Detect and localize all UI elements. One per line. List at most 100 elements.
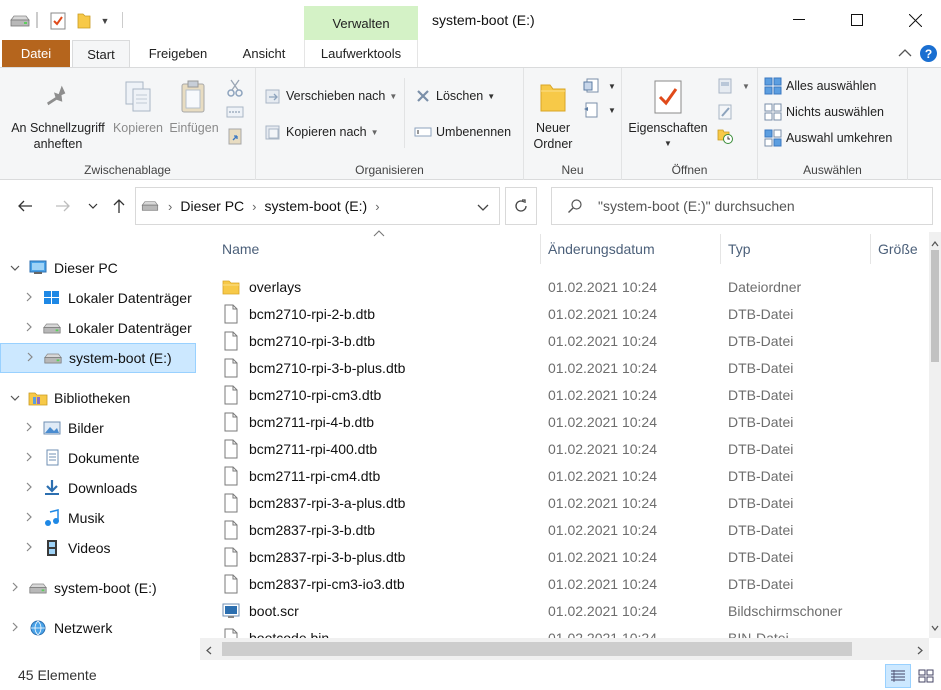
collapsed-chevron-icon[interactable]	[8, 582, 22, 595]
rename-button[interactable]: Umbenennen	[414, 122, 511, 142]
file-row[interactable]: overlays 01.02.2021 10:24 Dateiordner	[213, 273, 929, 300]
tab-view[interactable]: Ansicht	[232, 40, 296, 67]
up-button[interactable]	[108, 195, 130, 217]
nav-item[interactable]: Dokumente	[0, 443, 198, 473]
column-divider[interactable]	[540, 234, 541, 264]
breadcrumb-this-pc[interactable]: Dieser PC	[180, 198, 244, 214]
history-button[interactable]	[716, 126, 738, 146]
expanded-chevron-icon[interactable]	[8, 262, 22, 274]
scroll-up-icon[interactable]	[931, 236, 939, 250]
properties-qa-icon[interactable]	[48, 12, 68, 30]
file-row[interactable]: bcm2711-rpi-4-b.dtb 01.02.2021 10:24 DTB-D…	[213, 408, 929, 435]
open-button[interactable]: ▼	[716, 76, 750, 96]
collapsed-chevron-icon[interactable]	[22, 482, 36, 495]
tab-share[interactable]: Freigeben	[138, 40, 218, 67]
breadcrumb-separator-icon[interactable]: ›	[252, 199, 256, 214]
column-divider[interactable]	[720, 234, 721, 264]
scroll-down-icon[interactable]	[931, 620, 939, 634]
file-row[interactable]: bcm2710-rpi-cm3.dtb 01.02.2021 10:24 DTB-D…	[213, 381, 929, 408]
tab-home[interactable]: Start	[72, 40, 130, 67]
tab-drive-tools[interactable]: Laufwerktools	[304, 40, 418, 67]
copy-path-button[interactable]	[226, 102, 248, 122]
large-icons-view-button[interactable]	[913, 664, 939, 688]
horizontal-scrollbar[interactable]	[200, 638, 929, 660]
recent-locations-button[interactable]	[84, 195, 102, 217]
column-header-date[interactable]: Änderungsdatum	[548, 230, 718, 268]
details-view-button[interactable]	[885, 664, 911, 688]
collapsed-chevron-icon[interactable]	[22, 422, 36, 435]
refresh-button[interactable]	[505, 187, 537, 225]
nav-item[interactable]: Bibliotheken	[0, 383, 198, 413]
search-box[interactable]: "system-boot (E:)" durchsuchen	[551, 187, 933, 225]
back-button[interactable]	[14, 195, 36, 217]
nav-item[interactable]: Downloads	[0, 473, 198, 503]
new-folder-button[interactable]: Neuer Ordner	[528, 78, 578, 152]
breadcrumb-system-boot[interactable]: system-boot (E:)	[264, 198, 367, 214]
help-icon[interactable]: ?	[920, 45, 937, 62]
file-row[interactable]: bcm2711-rpi-cm4.dtb 01.02.2021 10:24 DTB-D…	[213, 462, 929, 489]
breadcrumb-separator-icon[interactable]: ›	[375, 199, 379, 214]
column-header-name[interactable]: Name	[222, 230, 532, 268]
close-button[interactable]	[886, 0, 941, 40]
edit-button[interactable]	[716, 102, 738, 122]
collapsed-chevron-icon[interactable]	[23, 352, 37, 365]
pin-quick-access-button[interactable]: An Schnellzugriff anheften	[8, 78, 108, 152]
delete-button[interactable]: Löschen ▼	[414, 86, 495, 106]
file-row[interactable]: bcm2837-rpi-3-b-plus.dtb 01.02.2021 10:24…	[213, 543, 929, 570]
file-row[interactable]: bcm2710-rpi-3-b-plus.dtb 01.02.2021 10:24…	[213, 354, 929, 381]
copy-to-button[interactable]: Kopieren nach ▼	[264, 122, 379, 142]
nav-item[interactable]: Lokaler Datenträger	[0, 283, 198, 313]
new-folder-qa-icon[interactable]	[74, 12, 94, 30]
cut-button[interactable]	[226, 78, 248, 98]
collapsed-chevron-icon[interactable]	[22, 292, 36, 305]
tab-manage[interactable]: Verwalten	[304, 6, 418, 40]
scroll-right-icon[interactable]	[917, 644, 923, 658]
nav-item[interactable]: system-boot (E:)	[0, 573, 198, 603]
paste-shortcut-button[interactable]	[226, 126, 248, 146]
nav-item[interactable]: Videos	[0, 533, 198, 563]
collapsed-chevron-icon[interactable]	[22, 542, 36, 555]
nav-item[interactable]: Netzwerk	[0, 613, 198, 643]
forward-button[interactable]	[52, 195, 74, 217]
collapse-ribbon-icon[interactable]	[896, 45, 914, 61]
minimize-button[interactable]	[770, 0, 828, 40]
file-row[interactable]: bcm2837-rpi-3-b.dtb 01.02.2021 10:24 DTB-D…	[213, 516, 929, 543]
address-history-dropdown-icon[interactable]	[477, 198, 489, 214]
collapsed-chevron-icon[interactable]	[8, 622, 22, 635]
breadcrumb-separator-icon[interactable]: ›	[168, 199, 172, 214]
maximize-button[interactable]	[828, 0, 886, 40]
address-bar[interactable]: › Dieser PC › system-boot (E:) ›	[135, 187, 500, 225]
collapsed-chevron-icon[interactable]	[22, 452, 36, 465]
column-divider[interactable]	[870, 234, 871, 264]
vertical-scroll-thumb[interactable]	[931, 250, 939, 362]
horizontal-scroll-thumb[interactable]	[222, 642, 852, 656]
copy-button[interactable]: Kopieren	[108, 78, 168, 136]
easy-access-button[interactable]: ▼	[582, 100, 616, 120]
file-row[interactable]: bcm2711-rpi-400.dtb 01.02.2021 10:24 DTB-D…	[213, 435, 929, 462]
collapsed-chevron-icon[interactable]	[22, 322, 36, 335]
select-none-button[interactable]: Nichts auswählen	[764, 102, 884, 122]
move-to-button[interactable]: Verschieben nach ▼	[264, 86, 397, 106]
file-row[interactable]: bcm2837-rpi-3-a-plus.dtb 01.02.2021 10:24…	[213, 489, 929, 516]
paste-button[interactable]: Einfügen	[166, 78, 222, 136]
column-header-type[interactable]: Typ	[728, 230, 858, 268]
file-row[interactable]: bcm2710-rpi-2-b.dtb 01.02.2021 10:24 DTB-D…	[213, 300, 929, 327]
customize-qa-dropdown-icon[interactable]: ▼	[98, 12, 112, 30]
tab-file[interactable]: Datei	[2, 40, 70, 67]
nav-item[interactable]: system-boot (E:)	[0, 343, 196, 373]
nav-item[interactable]: Bilder	[0, 413, 198, 443]
collapsed-chevron-icon[interactable]	[22, 512, 36, 525]
new-item-button[interactable]: ▼	[582, 76, 616, 96]
expanded-chevron-icon[interactable]	[8, 392, 22, 404]
file-row[interactable]: bcm2710-rpi-3-b.dtb 01.02.2021 10:24 DTB-D…	[213, 327, 929, 354]
column-header-size[interactable]: Größe	[878, 230, 929, 268]
vertical-scrollbar[interactable]	[929, 232, 941, 638]
file-row[interactable]: bcm2837-rpi-cm3-io3.dtb 01.02.2021 10:24 D…	[213, 570, 929, 597]
nav-item[interactable]: Dieser PC	[0, 253, 198, 283]
properties-button[interactable]: Eigenschaften ▼	[626, 78, 710, 152]
nav-item[interactable]: Lokaler Datenträger	[0, 313, 198, 343]
invert-selection-button[interactable]: Auswahl umkehren	[764, 128, 892, 148]
select-all-button[interactable]: Alles auswählen	[764, 76, 876, 96]
file-row[interactable]: boot.scr 01.02.2021 10:24 Bildschirmschone…	[213, 597, 929, 624]
scroll-left-icon[interactable]	[206, 644, 212, 658]
